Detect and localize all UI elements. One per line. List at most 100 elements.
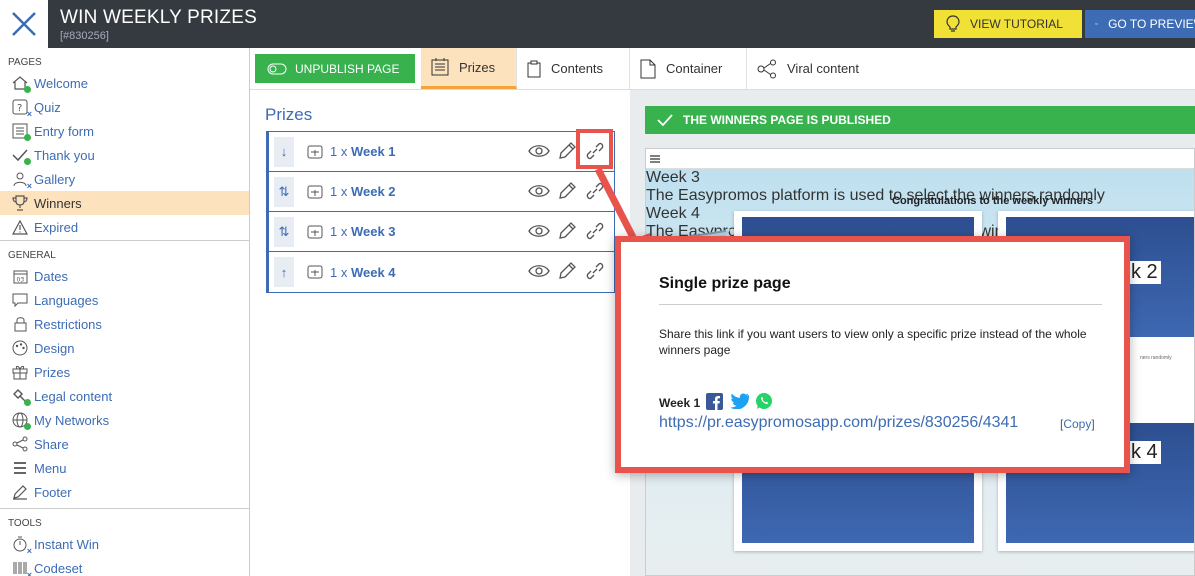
clipboard-icon (527, 60, 541, 77)
unpublish-page-button[interactable]: UNPUBLISH PAGE (255, 54, 415, 83)
section-label-pages: PAGES (8, 57, 42, 68)
svg-text:?: ? (17, 103, 22, 114)
share-icon (757, 59, 776, 78)
sidebar-item-prizes[interactable]: Prizes (0, 360, 249, 384)
speech-icon (10, 291, 30, 309)
pencil-icon[interactable] (556, 260, 578, 282)
sidebar-item-instant-win[interactable]: × Instant Win (0, 532, 249, 556)
sidebar: PAGES Welcome ? × Quiz Entry form Thank y… (0, 48, 250, 576)
home-icon (10, 74, 31, 93)
facebook-icon[interactable] (706, 392, 724, 413)
trophy-icon (10, 194, 30, 212)
prize-row[interactable]: ⇅ 1 x Week 3 (269, 212, 614, 252)
sidebar-item-label: Restrictions (34, 316, 102, 332)
prize-row[interactable]: ⇅ 1 x Week 2 (269, 172, 614, 212)
popup-title: Single prize page (659, 275, 791, 292)
prize-row[interactable]: ↓ 1 x Week 1 (269, 132, 614, 172)
eye-icon[interactable] (528, 260, 550, 282)
toggle-icon (267, 63, 287, 74)
go-to-preview-label: GO TO PREVIEW (1108, 17, 1195, 31)
prize-row[interactable]: ↑ 1 x Week 4 (269, 252, 614, 292)
section-label-general: GENERAL (8, 250, 56, 261)
sidebar-item-quiz[interactable]: ? × Quiz (0, 95, 249, 119)
sidebar-item-menu[interactable]: Menu (0, 456, 249, 480)
card-title: Week 3 (646, 169, 700, 186)
published-dot (24, 158, 31, 165)
sidebar-item-codeset[interactable]: × Codeset (0, 556, 249, 576)
prize-name: Week 2 (350, 184, 396, 199)
prize-list: ↓ 1 x Week 1 ⇅ 1 x Week 2 ⇅ 1 x Week 3 ↑ (266, 131, 615, 293)
app-title: WIN WEEKLY PRIZES (60, 7, 257, 28)
sidebar-item-label: My Networks (34, 412, 110, 428)
sort-handle[interactable]: ⇅ (274, 176, 294, 207)
copy-link-button[interactable]: Copy (1063, 417, 1091, 431)
view-tutorial-button[interactable]: VIEW TUTORIAL (934, 10, 1082, 38)
sidebar-item-expired[interactable]: Expired (0, 215, 249, 239)
sidebar-item-entry-form[interactable]: Entry form (0, 119, 249, 143)
sidebar-item-legal-content[interactable]: Legal content (0, 384, 249, 408)
tab-contents[interactable]: Contents (517, 48, 630, 89)
sort-handle[interactable]: ↑ (274, 257, 294, 287)
sidebar-item-dates[interactable]: 03 Dates (0, 264, 249, 288)
sidebar-item-restrictions[interactable]: Restrictions (0, 312, 249, 336)
unpublished-x: × (26, 546, 32, 556)
eye-icon[interactable] (528, 180, 550, 202)
check-icon (657, 114, 673, 126)
toolbar: UNPUBLISH PAGE Prizes Contents Container… (250, 48, 1195, 90)
go-to-preview-button[interactable]: GO TO PREVIEW (1085, 10, 1195, 38)
list-icon (431, 58, 449, 76)
check-icon (10, 146, 31, 165)
close-button[interactable] (0, 0, 48, 48)
eye-icon[interactable] (528, 220, 550, 242)
prize-name: Week 3 (350, 224, 396, 239)
sidebar-item-footer[interactable]: Footer (0, 480, 249, 504)
published-dot (24, 86, 31, 93)
pencil-icon[interactable] (556, 140, 578, 162)
sidebar-item-label: Menu (34, 460, 67, 476)
tab-container[interactable]: Container (630, 48, 747, 89)
prize-icon (307, 225, 323, 238)
sidebar-item-my-networks[interactable]: My Networks (0, 408, 249, 432)
sidebar-item-languages[interactable]: Languages (0, 288, 249, 312)
sidebar-item-gallery[interactable]: × Gallery (0, 167, 249, 191)
globe-icon (10, 411, 31, 430)
prize-label: 1 x Week 3 (330, 224, 396, 239)
sidebar-item-thank-you[interactable]: Thank you (0, 143, 249, 167)
divider (0, 508, 249, 509)
sort-handle[interactable]: ⇅ (274, 216, 294, 247)
prize-icon (307, 265, 323, 279)
pencil-icon[interactable] (556, 220, 578, 242)
sidebar-item-design[interactable]: Design (0, 336, 249, 360)
whatsapp-icon[interactable] (755, 392, 773, 413)
card-description: ners randomly (1140, 355, 1172, 361)
lightbulb-icon (946, 15, 960, 32)
tab-prizes[interactable]: Prizes (421, 48, 517, 89)
sidebar-item-label: Prizes (34, 364, 71, 380)
gavel-icon (10, 387, 31, 406)
view-tutorial-label: VIEW TUTORIAL (970, 17, 1063, 31)
sidebar-item-label: Dates (34, 268, 68, 284)
gallery-icon: × (10, 170, 32, 191)
glasses-icon (1095, 23, 1099, 25)
sidebar-item-label: Quiz (34, 99, 61, 115)
copy-control: [Copy] (1060, 417, 1095, 431)
tab-viral-content[interactable]: Viral content (747, 48, 877, 89)
pen-icon (10, 483, 30, 501)
twitter-icon[interactable] (729, 393, 750, 412)
sidebar-item-label: Expired (34, 219, 79, 235)
pencil-icon[interactable] (556, 180, 578, 202)
unpublished-x: × (26, 570, 32, 576)
eye-icon[interactable] (528, 140, 550, 162)
close-icon (12, 12, 36, 36)
hamburger-icon[interactable] (650, 155, 660, 163)
sort-handle[interactable]: ↓ (274, 136, 294, 167)
sidebar-item-label: Winners (34, 195, 82, 211)
prize-icon (307, 185, 323, 198)
prize-qty: 1 x (330, 224, 348, 239)
prize-share-link[interactable]: https://pr.easypromosapp.com/prizes/8302… (659, 414, 1018, 432)
sidebar-item-share[interactable]: Share (0, 432, 249, 456)
sidebar-item-label: Welcome (34, 75, 88, 91)
sidebar-item-winners[interactable]: Winners (0, 191, 249, 215)
sidebar-item-welcome[interactable]: Welcome (0, 71, 249, 95)
document-icon (640, 59, 656, 78)
